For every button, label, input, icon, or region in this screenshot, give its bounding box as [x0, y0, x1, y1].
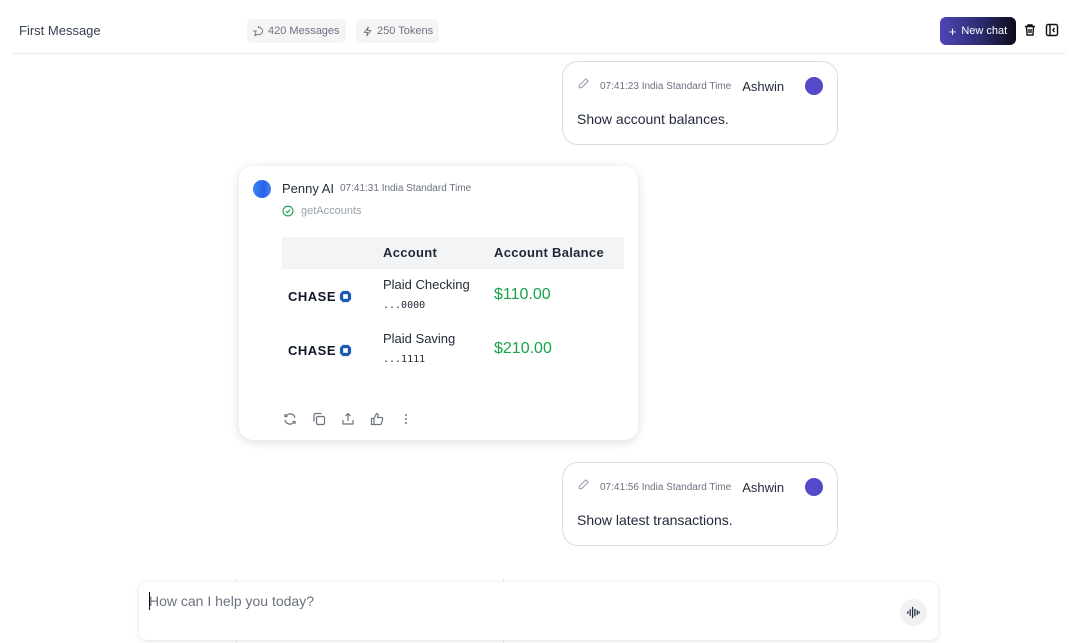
column-header-account: Account	[383, 245, 438, 260]
edit-pencil-icon[interactable]	[577, 478, 590, 496]
chase-octagon-icon	[339, 344, 352, 357]
account-balance: $210.00	[494, 340, 552, 357]
message-composer	[139, 582, 938, 640]
more-icon[interactable]	[398, 411, 414, 427]
messages-count-badge: 420 Messages	[247, 19, 346, 43]
new-chat-button[interactable]: + New chat	[940, 17, 1016, 45]
plus-icon: +	[948, 23, 957, 39]
trash-icon[interactable]	[1022, 22, 1038, 38]
share-icon[interactable]	[340, 411, 356, 427]
table-row: CHASE Plaid Saving ...1111 $210.00	[282, 323, 624, 377]
chat-header: First Message 420 Messages 250 Tokens + …	[12, 0, 1066, 54]
assistant-avatar	[253, 180, 271, 198]
column-header-balance: Account Balance	[494, 245, 604, 260]
message-actions	[282, 411, 414, 427]
thumbs-up-icon[interactable]	[369, 411, 385, 427]
account-mask: ...1111	[383, 354, 426, 365]
edit-pencil-icon[interactable]	[577, 77, 590, 95]
chase-logo: CHASE	[288, 289, 352, 304]
voice-input-button[interactable]	[900, 599, 927, 626]
user-name: Ashwin	[742, 479, 785, 495]
tool-name: getAccounts	[301, 205, 362, 217]
assistant-name: Penny AI	[282, 181, 335, 196]
assistant-message: Penny AI 07:41:31 India Standard Time ge…	[239, 166, 638, 440]
message-timestamp: 07:41:31 India Standard Time	[340, 183, 472, 194]
tokens-count: 250 Tokens	[377, 25, 434, 37]
sound-wave-icon	[907, 606, 920, 619]
message-text: Show latest transactions.	[577, 512, 733, 528]
user-name: Ashwin	[742, 78, 785, 94]
chat-bubble-icon	[253, 25, 263, 37]
tool-call[interactable]: getAccounts	[282, 205, 362, 217]
check-circle-icon	[282, 205, 294, 217]
table-row: CHASE Plaid Checking ...0000 $110.00	[282, 269, 624, 323]
message-timestamp: 07:41:23 India Standard Time	[600, 80, 732, 92]
tokens-count-badge: 250 Tokens	[356, 19, 440, 43]
new-chat-label: New chat	[961, 25, 1008, 37]
copy-icon[interactable]	[311, 411, 327, 427]
user-avatar	[805, 478, 823, 496]
chat-title: First Message	[19, 23, 101, 38]
user-message: 07:41:23 India Standard Time Ashwin Show…	[562, 61, 838, 145]
user-message: 07:41:56 India Standard Time Ashwin Show…	[562, 462, 838, 546]
message-timestamp: 07:41:56 India Standard Time	[600, 481, 732, 493]
lightning-icon	[363, 26, 372, 36]
refresh-icon[interactable]	[282, 411, 298, 427]
message-input[interactable]	[149, 590, 849, 612]
collapse-sidebar-icon[interactable]	[1044, 22, 1060, 38]
messages-count: 420 Messages	[268, 25, 340, 37]
table-header: Account Account Balance	[282, 237, 624, 269]
chase-logo: CHASE	[288, 343, 352, 358]
user-avatar	[805, 77, 823, 95]
accounts-table: Account Account Balance CHASE Plaid Chec…	[282, 237, 624, 377]
message-text: Show account balances.	[577, 111, 729, 127]
account-name: Plaid Saving	[383, 331, 456, 346]
account-balance: $110.00	[494, 286, 551, 303]
chase-octagon-icon	[339, 290, 352, 303]
account-name: Plaid Checking	[383, 277, 470, 292]
account-mask: ...0000	[383, 300, 426, 311]
